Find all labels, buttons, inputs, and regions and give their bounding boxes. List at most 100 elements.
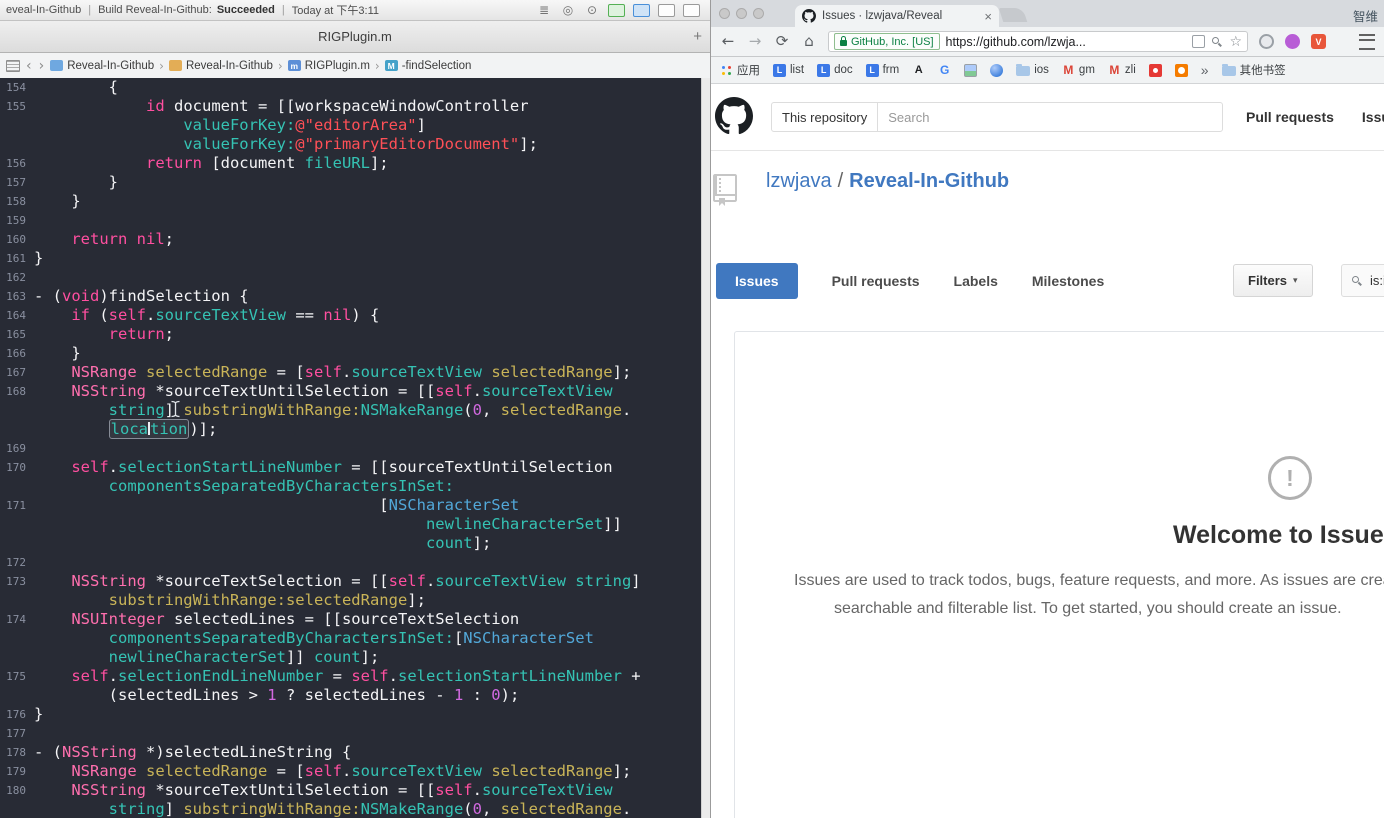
code-line[interactable]: 156 return [document fileURL];: [0, 154, 710, 173]
code-line[interactable]: 158 }: [0, 192, 710, 211]
forward-button-icon[interactable]: →: [747, 34, 763, 49]
standard-editor-button[interactable]: [633, 3, 650, 17]
code-line[interactable]: 160 return nil;: [0, 230, 710, 249]
header-link-issues[interactable]: Issues: [1362, 109, 1384, 125]
github-logo[interactable]: [715, 97, 753, 135]
chrome-menu-icon[interactable]: [1359, 33, 1375, 50]
code-line[interactable]: 159: [0, 211, 710, 230]
code-editor[interactable]: 154 {155 id document = [[workspaceWindow…: [0, 78, 710, 818]
bookmark-item[interactable]: 其他书签: [1221, 62, 1286, 78]
completion-placeholder-token[interactable]: loca tion: [108, 419, 190, 439]
tab-close-icon[interactable]: ×: [984, 9, 992, 24]
code-line[interactable]: loca tion)];: [0, 419, 710, 439]
bookmark-item[interactable]: Mzli: [1108, 63, 1135, 77]
code-line[interactable]: 169: [0, 439, 710, 458]
reload-button-icon[interactable]: ⟳: [774, 34, 790, 49]
subnav-tab-labels[interactable]: Labels: [954, 273, 998, 289]
code-line[interactable]: string] substringWithRange:NSMakeRange(0…: [0, 800, 710, 818]
bookmark-item[interactable]: Lfrm: [865, 63, 899, 77]
code-line[interactable]: 175 self.selectionEndLineNumber = self.s…: [0, 667, 710, 686]
code-line[interactable]: 177: [0, 724, 710, 743]
code-line[interactable]: 164 if (self.sourceTextView == nil) {: [0, 306, 710, 325]
search-icon[interactable]: [1211, 36, 1223, 48]
code-line[interactable]: (selectedLines > 1 ? selectedLines - 1 :…: [0, 686, 710, 705]
code-line[interactable]: count];: [0, 534, 710, 553]
bookmark-item[interactable]: Ldoc: [817, 63, 853, 77]
bookmark-item[interactable]: [964, 63, 978, 77]
code-line[interactable]: 166 }: [0, 344, 710, 363]
code-line[interactable]: 176}: [0, 705, 710, 724]
breadcrumb-item[interactable]: M -findSelection: [384, 60, 471, 72]
bookmark-item[interactable]: 应用: [720, 62, 760, 78]
forward-chevron-icon[interactable]: ›: [39, 59, 45, 73]
extension-icon-purple[interactable]: [1285, 34, 1300, 49]
filters-button[interactable]: Filters ▾: [1233, 264, 1313, 297]
code-line[interactable]: 172: [0, 553, 710, 572]
back-button-icon[interactable]: ←: [720, 34, 736, 49]
related-items-icon[interactable]: [6, 59, 20, 72]
bookmark-item[interactable]: Mgm: [1062, 63, 1094, 77]
code-line[interactable]: 168 NSString *sourceTextUntilSelection =…: [0, 382, 710, 401]
code-line[interactable]: newlineCharacterSet]] count];: [0, 648, 710, 667]
code-line[interactable]: 174 NSUInteger selectedLines = [[sourceT…: [0, 610, 710, 629]
browser-tab[interactable]: Issues · lzwjava/Reveal ×: [795, 5, 999, 27]
breadcrumb-item[interactable]: Reveal-In-Github: [168, 60, 273, 72]
code-line[interactable]: 167 NSRange selectedRange = [self.source…: [0, 363, 710, 382]
code-line[interactable]: valueForKey:@"editorArea"]: [0, 116, 710, 135]
code-line[interactable]: 155 id document = [[workspaceWindowContr…: [0, 97, 710, 116]
code-line[interactable]: 173 NSString *sourceTextSelection = [[se…: [0, 572, 710, 591]
code-line[interactable]: 170 self.selectionStartLineNumber = [[so…: [0, 458, 710, 477]
breadcrumb-item[interactable]: m RIGPlugin.m: [287, 60, 370, 72]
url-text[interactable]: https://github.com/lzwja...: [946, 35, 1187, 49]
bookmark-item[interactable]: Llist: [773, 63, 804, 77]
breadcrumb-item[interactable]: Reveal-In-Github: [50, 60, 154, 72]
header-link-pull-requests[interactable]: Pull requests: [1246, 109, 1334, 125]
traffic-light-zoom-icon[interactable]: [753, 8, 764, 19]
bookmark-item[interactable]: A: [912, 64, 925, 77]
assistant-editor-button[interactable]: [658, 3, 675, 17]
extension-icon-v[interactable]: V: [1311, 34, 1326, 49]
bookmark-star-icon[interactable]: ☆: [1229, 35, 1242, 49]
address-bar[interactable]: GitHub, Inc. [US] https://github.com/lzw…: [828, 31, 1248, 52]
code-line[interactable]: 171 [NSCharacterSet: [0, 496, 710, 515]
repo-owner-link[interactable]: lzwjava: [766, 170, 832, 192]
bookmark-item[interactable]: G: [938, 63, 951, 77]
bookmark-item[interactable]: ios: [1016, 64, 1049, 76]
new-tab-button[interactable]: [998, 8, 1028, 22]
bookmark-item[interactable]: [990, 63, 1004, 77]
repo-name-link[interactable]: Reveal-In-Github: [849, 170, 1009, 192]
activity-circle-icon[interactable]: ◎: [560, 3, 576, 17]
profile-name[interactable]: 智维: [1353, 6, 1378, 25]
traffic-light-close-icon[interactable]: [719, 8, 730, 19]
code-line[interactable]: valueForKey:@"primaryEditorDocument"];: [0, 135, 710, 154]
code-line[interactable]: componentsSeparatedByCharactersInSet:: [0, 477, 710, 496]
code-line[interactable]: 163 - (void)findSelection {: [0, 287, 710, 306]
code-line[interactable]: 179 NSRange selectedRange = [self.source…: [0, 762, 710, 781]
bookmark-item[interactable]: [1174, 63, 1188, 77]
github-search-box[interactable]: This repository Search: [771, 102, 1223, 132]
subnav-tab-milestones[interactable]: Milestones: [1032, 273, 1104, 289]
code-line[interactable]: 162: [0, 268, 710, 287]
issues-search-input[interactable]: is:i: [1341, 264, 1384, 297]
extension-icon-gray[interactable]: [1259, 34, 1274, 49]
home-button-icon[interactable]: ⌂: [801, 34, 817, 49]
traffic-light-minimize-icon[interactable]: [736, 8, 747, 19]
code-line[interactable]: componentsSeparatedByCharactersInSet:[NS…: [0, 629, 710, 648]
version-editor-button[interactable]: [683, 3, 700, 17]
code-line[interactable]: newlineCharacterSet]]: [0, 515, 710, 534]
bookmarks-overflow-chevron[interactable]: »: [1201, 62, 1209, 78]
subnav-tab-pull-requests[interactable]: Pull requests: [832, 273, 920, 289]
code-line[interactable]: string] substringWithRange:NSMakeRange(0…: [0, 401, 710, 420]
editor-tab-title[interactable]: RIGPlugin.m: [318, 29, 392, 44]
subnav-tab-issues[interactable]: Issues: [716, 263, 798, 299]
ev-certificate-badge[interactable]: GitHub, Inc. [US]: [834, 33, 940, 50]
code-line[interactable]: substringWithRange:selectedRange];: [0, 591, 710, 610]
back-chevron-icon[interactable]: ‹: [26, 59, 32, 73]
target-circle-icon[interactable]: ⊙: [584, 3, 600, 17]
bookmark-item[interactable]: [1148, 63, 1162, 77]
page-action-icon[interactable]: [1192, 35, 1206, 48]
code-line[interactable]: 178 - (NSString *)selectedLineString {: [0, 743, 710, 762]
list-icon[interactable]: ≣: [536, 3, 552, 17]
editor-scrollbar-track[interactable]: [701, 78, 710, 818]
add-tab-button[interactable]: +: [693, 21, 702, 52]
